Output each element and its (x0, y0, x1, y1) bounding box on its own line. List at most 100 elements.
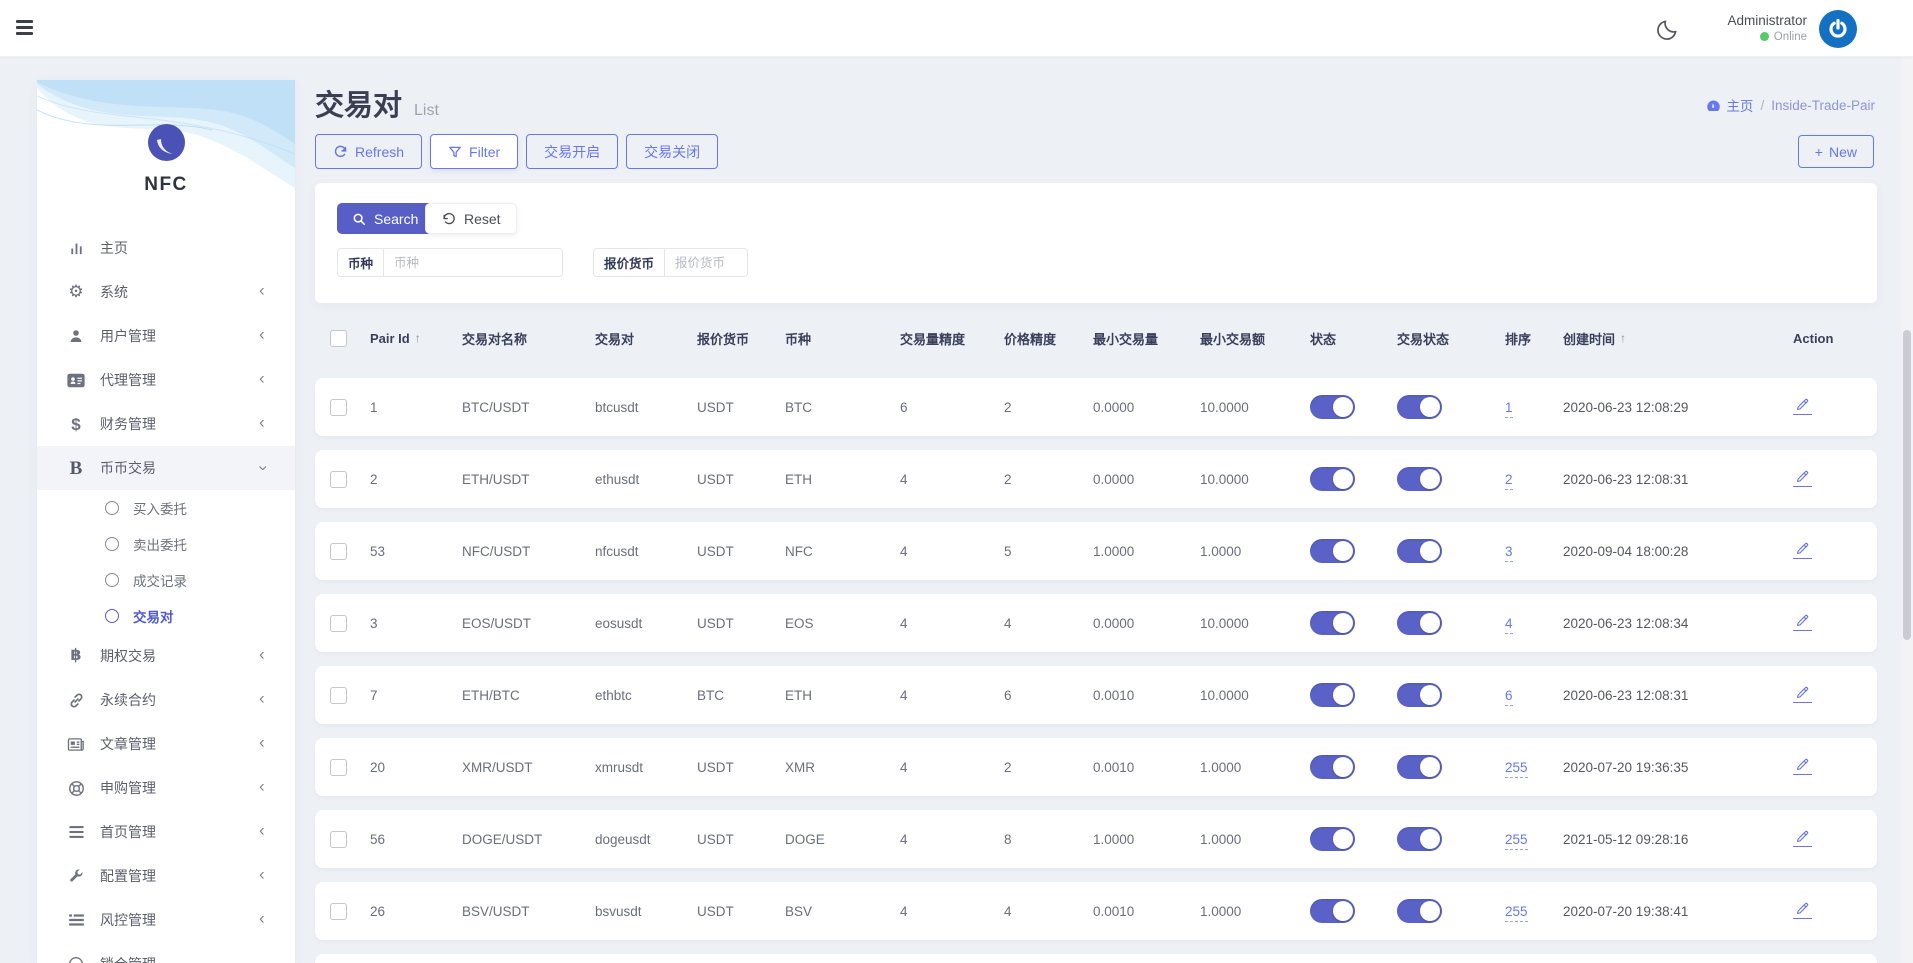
sort-value-link[interactable]: 255 (1505, 831, 1528, 850)
cell-created-at: 2020-06-23 12:08:29 (1563, 399, 1689, 415)
row-checkbox[interactable] (330, 758, 347, 776)
chevron-left-icon: ‹ (259, 908, 265, 928)
page-scrollbar[interactable] (1901, 57, 1913, 963)
sidebar-item-1[interactable]: ⚙ 系统 ‹ (37, 270, 295, 314)
edit-pencil-icon[interactable] (1793, 397, 1812, 415)
status-toggle[interactable] (1310, 755, 1355, 779)
cell-pair: ethusdt (595, 471, 640, 487)
sort-value-link[interactable]: 3 (1505, 543, 1513, 562)
cell-min_volume: 0.0000 (1093, 615, 1135, 631)
breadcrumb-home-link[interactable]: 主页 (1706, 95, 1753, 115)
status-toggle[interactable] (1310, 899, 1355, 923)
sidebar-item-6[interactable]: ฿ 期权交易 ‹ (37, 634, 295, 678)
reset-button[interactable]: Reset (425, 203, 517, 234)
scrollbar-thumb[interactable] (1903, 330, 1911, 640)
avatar[interactable] (1819, 9, 1857, 48)
coin-input[interactable] (384, 249, 562, 276)
sidebar-subitem-5-2[interactable]: 成交记录 (37, 562, 295, 598)
sidebar-item-2[interactable]: 用户管理 ‹ (37, 314, 295, 358)
trade-close-button[interactable]: 交易关闭 (626, 134, 719, 169)
row-checkbox[interactable] (330, 614, 347, 632)
toggle-knob (1420, 685, 1440, 705)
edit-pencil-icon[interactable] (1793, 901, 1812, 919)
row-checkbox[interactable] (330, 686, 347, 704)
sidebar-item-label: 首页管理 (100, 824, 156, 840)
sidebar-item-0[interactable]: 主页 (37, 226, 295, 270)
cell-pair: xmrusdt (595, 759, 644, 775)
filter-button[interactable]: Filter (430, 134, 519, 169)
trade-status-toggle[interactable] (1397, 899, 1442, 923)
status-toggle[interactable] (1310, 395, 1355, 419)
edit-pencil-icon[interactable] (1793, 757, 1812, 775)
toggle-knob (1333, 397, 1353, 417)
row-checkbox[interactable] (330, 398, 347, 416)
sidebar-item-12[interactable]: 风控管理 ‹ (37, 898, 295, 942)
sidebar-item-10[interactable]: 首页管理 ‹ (37, 810, 295, 854)
dark-mode-moon-icon[interactable] (1655, 16, 1681, 42)
sidebar-item-13[interactable]: 锁仓管理 (37, 942, 295, 963)
status-toggle[interactable] (1310, 827, 1355, 851)
cell-coin: XMR (785, 759, 815, 775)
sidebar-item-9[interactable]: 申购管理 ‹ (37, 766, 295, 810)
row-checkbox[interactable] (330, 830, 347, 848)
sidebar-item-7[interactable]: 永续合约 ‹ (37, 678, 295, 722)
row-checkbox[interactable] (330, 902, 347, 920)
sort-value-link[interactable]: 6 (1505, 687, 1513, 706)
edit-pencil-icon[interactable] (1793, 613, 1812, 631)
trade-status-toggle[interactable] (1397, 611, 1442, 635)
new-button[interactable]: + New (1797, 135, 1874, 168)
refresh-button[interactable]: Refresh (315, 134, 423, 169)
sidebar-item-11[interactable]: 配置管理 ‹ (37, 854, 295, 898)
sort-value-link[interactable]: 4 (1505, 615, 1513, 634)
cell-min_amount: 1.0000 (1200, 903, 1242, 919)
edit-pencil-icon[interactable] (1793, 829, 1812, 847)
cell-volume_precision: 4 (900, 831, 908, 847)
status-toggle[interactable] (1310, 467, 1355, 491)
hamburger-menu-icon[interactable] (16, 17, 36, 37)
trade-status-toggle[interactable] (1397, 755, 1442, 779)
edit-pencil-icon[interactable] (1793, 541, 1812, 559)
trade-status-toggle[interactable] (1397, 827, 1442, 851)
column-header-4: 币种 (785, 329, 900, 348)
edit-pencil-icon[interactable] (1793, 685, 1812, 703)
user-icon (65, 328, 87, 344)
trade-open-button[interactable]: 交易开启 (526, 134, 619, 169)
breadcrumb: 主页 / Inside-Trade-Pair (1706, 95, 1875, 115)
sidebar-item-4[interactable]: $ 财务管理 ‹ (37, 402, 295, 446)
sort-value-link[interactable]: 255 (1505, 759, 1528, 778)
sidebar-item-5[interactable]: B 币币交易 ‹ (37, 446, 295, 490)
select-all-checkbox[interactable] (330, 329, 347, 347)
trade-status-toggle[interactable] (1397, 539, 1442, 563)
column-header-12[interactable]: 创建时间 ↑ (1563, 329, 1793, 348)
sort-value-link[interactable]: 1 (1505, 399, 1513, 418)
cell-min_volume: 0.0010 (1093, 687, 1135, 703)
trade-status-toggle[interactable] (1397, 683, 1442, 707)
row-checkbox[interactable] (330, 542, 347, 560)
row-checkbox[interactable] (330, 470, 347, 488)
edit-pencil-icon[interactable] (1793, 469, 1812, 487)
sidebar-brand: NFC (37, 80, 295, 226)
quote-input[interactable] (665, 249, 747, 276)
toggle-knob (1333, 829, 1353, 849)
brand-logo-icon (148, 124, 185, 161)
chevron-left-icon: ‹ (259, 412, 265, 432)
status-toggle[interactable] (1310, 683, 1355, 707)
status-toggle[interactable] (1310, 539, 1355, 563)
column-header-0[interactable]: Pair Id ↑ (370, 331, 462, 346)
user-name[interactable]: Administrator (1727, 13, 1807, 30)
toggle-knob (1333, 757, 1353, 777)
sidebar-subitem-5-1[interactable]: 卖出委托 (37, 526, 295, 562)
status-toggle[interactable] (1310, 611, 1355, 635)
search-button[interactable]: Search (337, 203, 434, 234)
sort-value-link[interactable]: 255 (1505, 903, 1528, 922)
chevron-left-icon: ‹ (259, 820, 265, 840)
sidebar-subitem-5-3[interactable]: 交易对 (37, 598, 295, 634)
sidebar-item-3[interactable]: 代理管理 ‹ (37, 358, 295, 402)
circle-bullet-icon (105, 573, 119, 587)
trade-status-toggle[interactable] (1397, 395, 1442, 419)
sort-value-link[interactable]: 2 (1505, 471, 1513, 490)
sidebar-item-8[interactable]: 文章管理 ‹ (37, 722, 295, 766)
trade-status-toggle[interactable] (1397, 467, 1442, 491)
cell-pair_id: 7 (370, 687, 378, 703)
sidebar-subitem-5-0[interactable]: 买入委托 (37, 490, 295, 526)
